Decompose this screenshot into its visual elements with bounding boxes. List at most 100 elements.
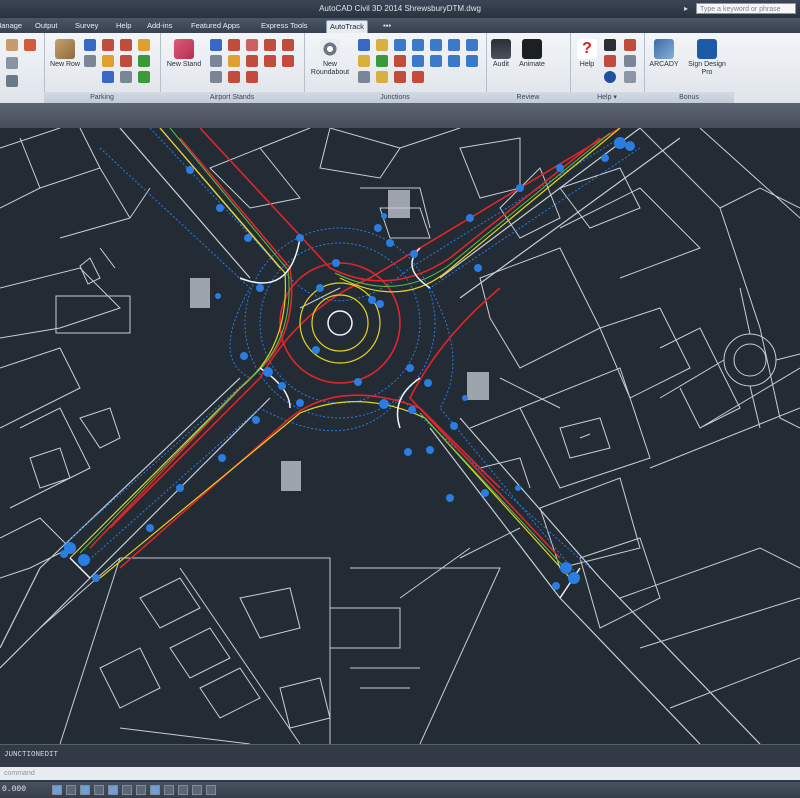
tab-featured-apps[interactable]: Featured Apps xyxy=(188,20,243,32)
parking-tool-icon[interactable] xyxy=(138,39,150,51)
polar-toggle-icon[interactable] xyxy=(94,785,104,795)
stand-tool-icon[interactable] xyxy=(210,71,222,83)
tab-express-tools[interactable]: Express Tools xyxy=(258,20,311,32)
parking-tool-icon[interactable] xyxy=(84,39,96,51)
quick-properties-toggle-icon[interactable] xyxy=(192,785,202,795)
tab-help[interactable]: Help xyxy=(113,20,134,32)
roundabout-drawing[interactable] xyxy=(0,128,800,744)
stand-tool-icon[interactable] xyxy=(246,55,258,67)
grid-toggle-icon[interactable] xyxy=(66,785,76,795)
stand-tool-icon[interactable] xyxy=(228,39,240,51)
junction-tool-icon[interactable] xyxy=(394,55,406,67)
parking-tool-icon[interactable] xyxy=(102,55,114,67)
tab-manage[interactable]: Manage xyxy=(0,20,25,32)
junction-tool-icon[interactable] xyxy=(358,55,370,67)
junction-tool-icon[interactable] xyxy=(394,39,406,51)
parking-tool-icon[interactable] xyxy=(102,39,114,51)
help-tool-icon[interactable] xyxy=(624,39,636,51)
junction-tool-icon[interactable] xyxy=(376,55,388,67)
stand-tool-icon[interactable] xyxy=(282,55,294,67)
animate-button[interactable]: Animate xyxy=(516,39,548,69)
junction-tool-icon[interactable] xyxy=(448,55,460,67)
new-row-button[interactable]: New Row xyxy=(50,39,80,69)
tool-icon[interactable] xyxy=(6,75,18,87)
chevron-down-icon: ▾ xyxy=(613,94,617,101)
help-tool-icon[interactable] xyxy=(624,71,636,83)
arcady-icon xyxy=(654,39,674,59)
ortho-toggle-icon[interactable] xyxy=(80,785,90,795)
info-icon[interactable] xyxy=(604,71,616,83)
parking-tool-icon[interactable] xyxy=(120,39,132,51)
carriageway-edges xyxy=(0,128,761,744)
tab-output[interactable]: Output xyxy=(32,20,61,32)
stand-tool-icon[interactable] xyxy=(264,39,276,51)
stand-tool-icon[interactable] xyxy=(282,39,294,51)
animate-icon xyxy=(522,39,542,59)
junction-tool-icon[interactable] xyxy=(358,39,370,51)
transparency-toggle-icon[interactable] xyxy=(178,785,188,795)
help-search-input[interactable]: Type a keyword or phrase xyxy=(696,3,796,14)
stand-tool-icon[interactable] xyxy=(228,71,240,83)
stand-tool-icon[interactable] xyxy=(228,55,240,67)
ribbon-divider xyxy=(0,103,800,128)
junction-tool-icon[interactable] xyxy=(358,71,370,83)
stand-tool-icon[interactable] xyxy=(264,55,276,67)
tab-overflow-icon[interactable]: ▪▪▪ xyxy=(380,20,394,32)
stand-tool-icon[interactable] xyxy=(210,39,222,51)
tool-icon[interactable] xyxy=(6,39,18,51)
tab-survey[interactable]: Survey xyxy=(72,20,101,32)
drawing-canvas[interactable] xyxy=(0,128,800,744)
parking-tool-icon[interactable] xyxy=(138,71,150,83)
otrack-toggle-icon[interactable] xyxy=(122,785,132,795)
tab-add-ins[interactable]: Add-ins xyxy=(144,20,175,32)
junction-tool-icon[interactable] xyxy=(430,39,442,51)
ribbon-tab-bar: Manage Output Survey Help Add-ins Featur… xyxy=(0,18,800,34)
parking-tool-icon[interactable] xyxy=(120,71,132,83)
property-lines xyxy=(0,128,800,744)
stand-tool-icon[interactable] xyxy=(246,39,258,51)
parking-tool-icon[interactable] xyxy=(102,71,114,83)
help-tool-icon[interactable] xyxy=(604,39,616,51)
parking-tool-icon[interactable] xyxy=(84,55,96,67)
help-search-caret-icon[interactable]: ▸ xyxy=(684,3,692,14)
lineweight-toggle-icon[interactable] xyxy=(164,785,174,795)
junction-tool-icon[interactable] xyxy=(412,39,424,51)
command-history: JUNCTIONEDIT xyxy=(4,751,59,759)
help-tool-icon[interactable] xyxy=(624,55,636,67)
junction-tool-icon[interactable] xyxy=(376,39,388,51)
osnap-toggle-icon[interactable] xyxy=(108,785,118,795)
panel-help: ? Help Help ▾ xyxy=(570,33,645,103)
ribbon: New Row Parking New Stand Airport Stands… xyxy=(0,33,800,103)
arcady-button[interactable]: ARCADY xyxy=(644,39,684,69)
tab-autotrack[interactable]: AutoTrack xyxy=(326,20,368,33)
scales-icon xyxy=(491,39,511,59)
junction-tool-icon[interactable] xyxy=(448,39,460,51)
yellow-vehicle-paths xyxy=(69,128,621,579)
dyn-toggle-icon[interactable] xyxy=(150,785,160,795)
help-tool-icon[interactable] xyxy=(604,55,616,67)
parking-tool-icon[interactable] xyxy=(138,55,150,67)
tool-icon[interactable] xyxy=(6,57,18,69)
new-roundabout-button[interactable]: New Roundabout xyxy=(306,39,354,77)
junction-tool-icon[interactable] xyxy=(466,55,478,67)
junction-tool-icon[interactable] xyxy=(376,71,388,83)
junction-tool-icon[interactable] xyxy=(466,39,478,51)
new-stand-button[interactable]: New Stand xyxy=(162,39,206,69)
help-button[interactable]: ? Help xyxy=(574,39,600,69)
panel-title-help[interactable]: Help ▾ xyxy=(570,92,644,103)
snap-toggle-icon[interactable] xyxy=(52,785,62,795)
junction-tool-icon[interactable] xyxy=(394,71,406,83)
junction-tool-icon[interactable] xyxy=(430,55,442,67)
ducs-toggle-icon[interactable] xyxy=(136,785,146,795)
junction-tool-icon[interactable] xyxy=(412,55,424,67)
stand-tool-icon[interactable] xyxy=(246,71,258,83)
tool-icon[interactable] xyxy=(24,39,36,51)
junction-tool-icon[interactable] xyxy=(412,71,424,83)
airport-stand-icon xyxy=(174,39,194,59)
stand-tool-icon[interactable] xyxy=(210,55,222,67)
parking-tool-icon[interactable] xyxy=(120,55,132,67)
command-input[interactable]: command xyxy=(0,767,800,780)
sign-design-pro-button[interactable]: Sign Design Pro xyxy=(684,39,730,77)
audit-button[interactable]: Audit xyxy=(488,39,514,69)
selection-cycling-toggle-icon[interactable] xyxy=(206,785,216,795)
